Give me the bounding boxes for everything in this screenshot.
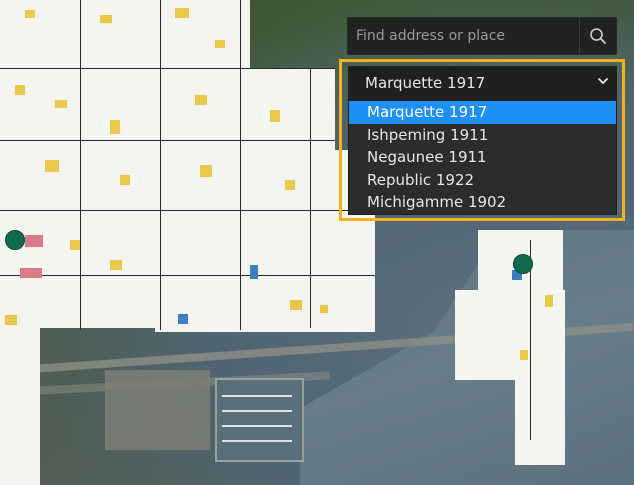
- building: [195, 95, 207, 105]
- search-input[interactable]: [348, 18, 579, 54]
- option-negaunee-1911[interactable]: Negaunee 1911: [349, 146, 616, 169]
- street-line: [0, 68, 335, 69]
- search-button[interactable]: [579, 18, 616, 54]
- option-marquette-1917[interactable]: Marquette 1917: [349, 101, 616, 124]
- building: [100, 15, 112, 23]
- building: [320, 305, 328, 313]
- location-marker[interactable]: [513, 254, 533, 274]
- sanborn-sheet: [515, 380, 565, 465]
- building: [520, 350, 528, 360]
- building: [178, 314, 188, 324]
- building: [250, 265, 258, 279]
- building: [25, 235, 43, 247]
- street-line: [0, 275, 375, 276]
- building: [175, 8, 189, 18]
- building: [120, 175, 130, 185]
- building: [5, 315, 17, 325]
- building: [270, 110, 280, 122]
- building: [200, 165, 212, 177]
- parking-lot: [105, 370, 210, 450]
- location-marker[interactable]: [5, 230, 25, 250]
- building: [45, 160, 59, 172]
- building: [20, 268, 42, 278]
- option-ishpeming-1911[interactable]: Ishpeming 1911: [349, 124, 616, 147]
- building: [285, 180, 295, 190]
- building: [290, 300, 302, 310]
- dropdown-options: Marquette 1917 Ishpeming 1911 Negaunee 1…: [348, 100, 617, 215]
- building: [70, 240, 80, 250]
- street-line: [0, 140, 335, 141]
- street-line: [0, 210, 375, 211]
- selected-value: Marquette 1917: [365, 74, 486, 92]
- building: [110, 260, 122, 270]
- street-line: [310, 68, 311, 328]
- building: [25, 10, 35, 18]
- search-bar: [347, 17, 617, 55]
- building: [545, 295, 553, 307]
- street-line: [160, 0, 161, 330]
- building: [55, 100, 67, 108]
- building: [215, 40, 225, 48]
- street-line: [240, 0, 241, 330]
- building: [15, 85, 25, 95]
- building: [110, 120, 120, 134]
- street-line: [80, 0, 81, 330]
- option-michigamme-1902[interactable]: Michigamme 1902: [349, 191, 616, 214]
- marina: [215, 378, 304, 462]
- chevron-down-icon: [598, 78, 608, 84]
- sanborn-sheet: [0, 0, 250, 68]
- map-year-select[interactable]: Marquette 1917: [348, 66, 617, 100]
- sanborn-sheet: [0, 328, 40, 485]
- option-republic-1922[interactable]: Republic 1922: [349, 169, 616, 192]
- search-icon: [590, 28, 606, 44]
